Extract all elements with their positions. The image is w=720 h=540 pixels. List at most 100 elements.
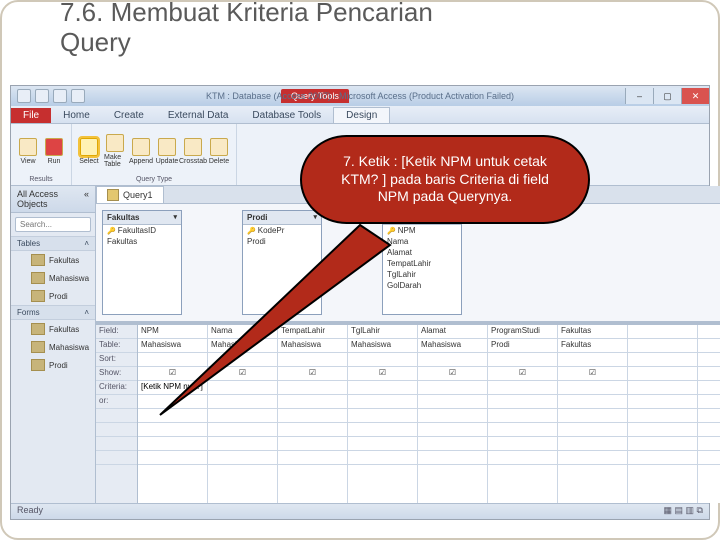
grid-cell[interactable] — [558, 381, 627, 395]
nav-item-mahasiswa-form[interactable]: Mahasiswa — [11, 338, 95, 356]
navpane-header[interactable]: All Access Objects« — [11, 186, 95, 213]
append-button[interactable]: Append — [130, 138, 152, 165]
grid-cell[interactable] — [558, 353, 627, 367]
tab-external-data[interactable]: External Data — [156, 108, 241, 123]
group-label-querytype: Query Type — [136, 176, 172, 185]
grid-rowlabel: or: — [96, 395, 137, 409]
grid-cell[interactable] — [558, 409, 627, 423]
qat-redo-icon[interactable] — [71, 89, 85, 103]
qat-save-icon[interactable] — [35, 89, 49, 103]
nav-item-fakultas-form[interactable]: Fakultas — [11, 320, 95, 338]
instruction-callout: 7. Ketik : [Ketik NPM untuk cetak KTM? ]… — [300, 135, 590, 224]
nav-item-prodi-form[interactable]: Prodi — [11, 356, 95, 374]
group-label-results: Results — [29, 176, 52, 185]
grid-cell[interactable] — [488, 395, 557, 409]
grid-cell[interactable]: Fakultas — [558, 339, 627, 353]
grid-cell[interactable]: Alamat — [418, 325, 487, 339]
tab-database-tools[interactable]: Database Tools — [240, 108, 333, 123]
grid-cell[interactable] — [418, 437, 487, 451]
ribbon-tabs: File Home Create External Data Database … — [11, 106, 709, 124]
run-button[interactable]: Run — [43, 138, 65, 165]
nav-section-tables-label: Tables — [17, 239, 40, 248]
nav-section-tables[interactable]: Tables ˄ — [11, 236, 95, 251]
grid-cell[interactable]: Fakultas — [558, 325, 627, 339]
chevron-up-icon: ˄ — [84, 239, 89, 248]
grid-cell[interactable] — [138, 423, 207, 437]
callout-pointer — [220, 215, 420, 435]
select-label: Select — [79, 158, 98, 165]
slide-title: 7.6. Membuat Kriteria Pencarian Query — [60, 0, 433, 58]
grid-cell[interactable]: ☑ — [488, 367, 557, 381]
file-tab[interactable]: File — [11, 108, 51, 123]
view-shortcuts[interactable]: ▦ ▤ ▥ ⧉ — [664, 505, 703, 518]
grid-cell[interactable]: Prodi — [488, 339, 557, 353]
grid-cell[interactable] — [488, 409, 557, 423]
grid-cell[interactable]: Mahasiswa — [138, 339, 207, 353]
grid-cell[interactable]: ☑ — [558, 367, 627, 381]
select-query-button[interactable]: Select — [78, 138, 100, 165]
grid-cell[interactable] — [278, 451, 347, 465]
delete-query-button[interactable]: Delete — [208, 138, 230, 165]
grid-cell[interactable]: ☑ — [418, 367, 487, 381]
nav-item-fakultas-table[interactable]: Fakultas — [11, 251, 95, 269]
grid-column[interactable]: NPMMahasiswa☑[Ketik NPM nye?] — [138, 325, 208, 503]
update-button[interactable]: Update — [156, 138, 178, 165]
search-input[interactable] — [15, 217, 91, 232]
minimize-button[interactable]: – — [625, 88, 653, 104]
grid-cell[interactable] — [348, 451, 417, 465]
slide-title-line1: 7.6. Membuat Kriteria Pencarian — [60, 0, 433, 28]
close-button[interactable]: ✕ — [681, 88, 709, 104]
navigation-pane: All Access Objects« Tables ˄ Fakultas Mah… — [11, 186, 96, 503]
field-item[interactable]: FakultasID — [103, 225, 181, 236]
qat-access-icon[interactable] — [17, 89, 31, 103]
grid-cell[interactable] — [278, 437, 347, 451]
qat-undo-icon[interactable] — [53, 89, 67, 103]
grid-cell[interactable] — [558, 437, 627, 451]
grid-cell[interactable] — [138, 451, 207, 465]
view-label: View — [20, 158, 35, 165]
grid-cell[interactable]: NPM — [138, 325, 207, 339]
grid-cell[interactable]: Mahasiswa — [418, 339, 487, 353]
crosstab-button[interactable]: Crosstab — [182, 138, 204, 165]
grid-cell[interactable] — [348, 437, 417, 451]
grid-cell[interactable] — [558, 451, 627, 465]
grid-cell[interactable] — [418, 409, 487, 423]
nav-section-forms[interactable]: Forms˄ — [11, 305, 95, 320]
grid-cell[interactable]: ProgramStudi — [488, 325, 557, 339]
grid-cell[interactable] — [418, 423, 487, 437]
maximize-button[interactable]: ▢ — [653, 88, 681, 104]
append-label: Append — [129, 158, 153, 165]
grid-cell[interactable] — [488, 451, 557, 465]
status-bar: Ready ▦ ▤ ▥ ⧉ — [11, 503, 709, 519]
grid-cell[interactable] — [138, 409, 207, 423]
grid-cell[interactable] — [488, 423, 557, 437]
grid-cell[interactable] — [558, 423, 627, 437]
grid-cell[interactable] — [208, 437, 277, 451]
nav-item-prodi-table[interactable]: Prodi — [11, 287, 95, 305]
grid-cell[interactable] — [558, 395, 627, 409]
tab-home[interactable]: Home — [51, 108, 102, 123]
field-item[interactable]: Fakultas — [103, 236, 181, 247]
grid-cell[interactable] — [488, 437, 557, 451]
grid-cell[interactable] — [488, 353, 557, 367]
grid-column[interactable]: FakultasFakultas ☑ — [558, 325, 628, 503]
table-box[interactable]: FakultasFakultasIDFakultas — [102, 210, 182, 315]
chevron-left-icon[interactable]: « — [84, 189, 89, 209]
doc-tab-query1[interactable]: Query1 — [96, 186, 164, 203]
grid-cell[interactable] — [138, 353, 207, 367]
tab-create[interactable]: Create — [102, 108, 156, 123]
grid-cell[interactable] — [418, 381, 487, 395]
nav-item-mahasiswa-table[interactable]: Mahasiswa — [11, 269, 95, 287]
grid-cell[interactable] — [488, 381, 557, 395]
grid-cell[interactable] — [418, 395, 487, 409]
grid-cell[interactable] — [208, 451, 277, 465]
grid-cell[interactable] — [418, 451, 487, 465]
grid-column[interactable]: ProgramStudiProdi ☑ — [488, 325, 558, 503]
view-button[interactable]: View — [17, 138, 39, 165]
maketable-button[interactable]: Make Table — [104, 134, 126, 168]
table-box-header[interactable]: Fakultas — [103, 211, 181, 225]
grid-cell[interactable] — [418, 353, 487, 367]
tab-design[interactable]: Design — [333, 107, 390, 123]
grid-column[interactable]: AlamatMahasiswa ☑ — [418, 325, 488, 503]
grid-cell[interactable] — [138, 437, 207, 451]
